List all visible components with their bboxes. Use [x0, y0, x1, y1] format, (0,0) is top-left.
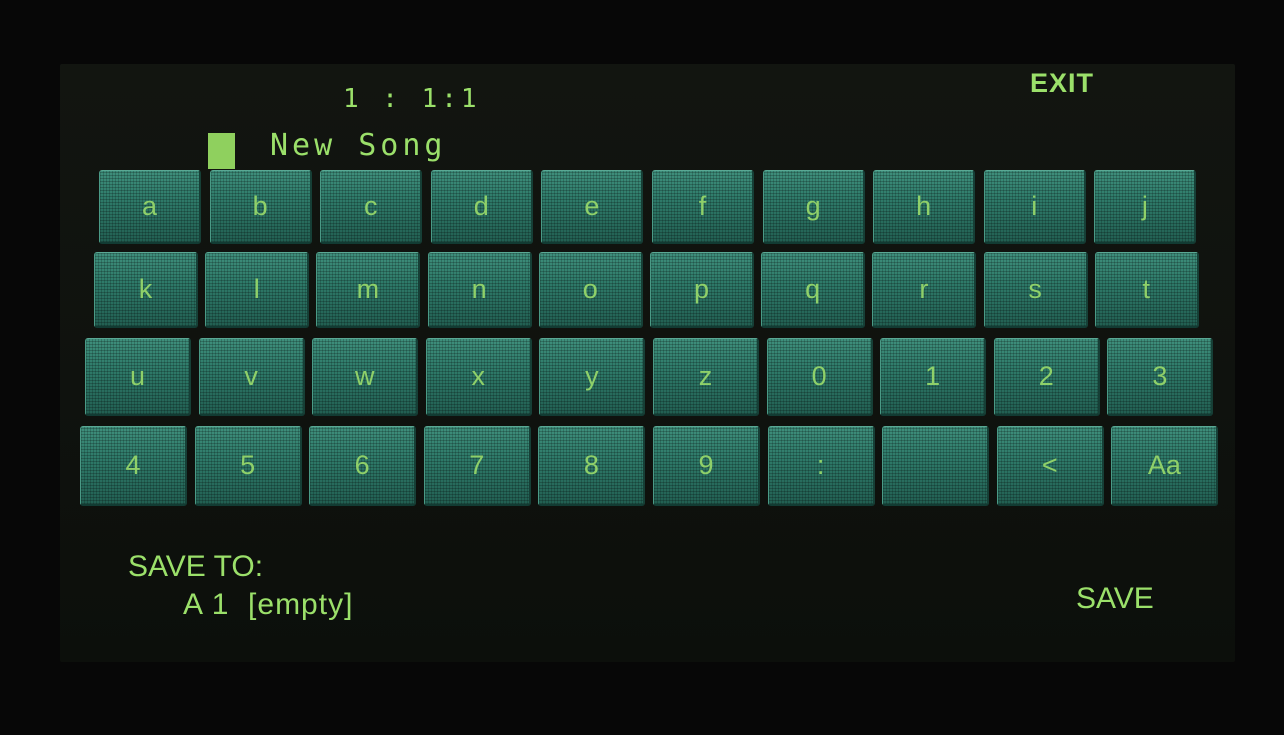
song-name-field[interactable]: New Song: [270, 128, 447, 163]
key-t[interactable]: t: [1094, 252, 1199, 328]
key-p[interactable]: p: [650, 252, 754, 328]
key-3[interactable]: 3: [1107, 338, 1214, 416]
key-backspace[interactable]: <: [996, 426, 1104, 506]
key-7[interactable]: 7: [423, 426, 531, 506]
save-to-label: SAVE TO:: [128, 550, 264, 583]
text-cursor: [208, 133, 235, 169]
key-s[interactable]: s: [983, 252, 1088, 328]
key-h[interactable]: h: [873, 170, 976, 244]
position-readout: 1 : 1:1: [343, 84, 481, 114]
key-x[interactable]: x: [425, 338, 532, 416]
save-to-slot[interactable]: A 1 [empty]: [183, 588, 353, 622]
exit-button[interactable]: EXIT: [1030, 68, 1094, 99]
key-i[interactable]: i: [983, 170, 1086, 244]
key-z[interactable]: z: [653, 338, 759, 416]
key-o[interactable]: o: [538, 252, 643, 328]
key-8[interactable]: 8: [538, 426, 646, 506]
key-q[interactable]: q: [761, 252, 866, 328]
key-9[interactable]: 9: [653, 426, 760, 506]
key-g[interactable]: g: [762, 170, 865, 244]
key-v[interactable]: v: [198, 338, 305, 416]
key-c[interactable]: c: [320, 170, 423, 244]
key-u[interactable]: u: [85, 338, 191, 416]
key-5[interactable]: 5: [194, 426, 302, 506]
key-shift-case[interactable]: Aa: [1111, 426, 1219, 506]
key-colon[interactable]: :: [767, 426, 875, 506]
key-0[interactable]: 0: [766, 338, 873, 416]
key-e[interactable]: e: [541, 170, 644, 244]
key-b[interactable]: b: [209, 170, 312, 244]
key-f[interactable]: f: [652, 170, 754, 244]
key-n[interactable]: n: [427, 252, 532, 328]
key-4[interactable]: 4: [80, 426, 187, 506]
key-d[interactable]: d: [430, 170, 533, 244]
key-j[interactable]: j: [1094, 170, 1197, 244]
key-m[interactable]: m: [316, 252, 421, 328]
key-r[interactable]: r: [872, 252, 977, 328]
save-button[interactable]: SAVE: [1076, 582, 1154, 616]
key-1[interactable]: 1: [880, 338, 987, 416]
key-k[interactable]: k: [94, 252, 198, 328]
key-y[interactable]: y: [539, 338, 646, 416]
key-l[interactable]: l: [205, 252, 310, 328]
key-a[interactable]: a: [99, 170, 201, 244]
key-w[interactable]: w: [312, 338, 419, 416]
key-2[interactable]: 2: [993, 338, 1100, 416]
key-space[interactable]: [882, 426, 990, 506]
key-6[interactable]: 6: [309, 426, 417, 506]
